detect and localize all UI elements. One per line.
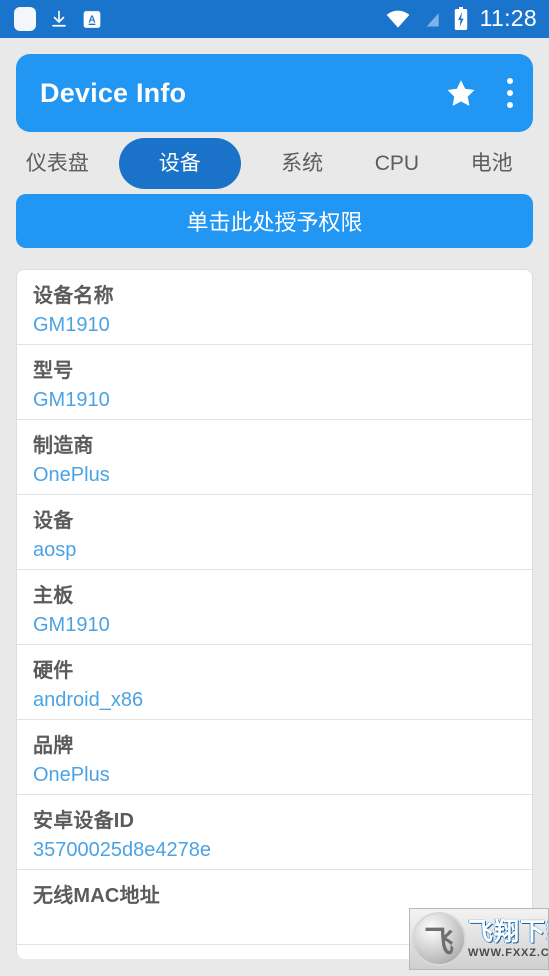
device-info-card: 设备名称 GM1910 型号 GM1910 制造商 OnePlus 设备 aos…: [16, 269, 533, 959]
row-label: 设备: [33, 510, 74, 532]
tab-dashboard[interactable]: 仪表盘: [10, 141, 105, 186]
status-bar: A 11:28: [0, 0, 549, 38]
table-row[interactable]: 设备名称 GM1910: [17, 270, 532, 345]
table-row[interactable]: 品牌 OnePlus: [17, 720, 532, 795]
rounded-square-icon: [14, 7, 36, 31]
row-label: 安卓设备ID: [33, 810, 135, 832]
signal-off-icon: [422, 8, 442, 30]
appbar-actions: [446, 78, 513, 108]
grant-permission-button[interactable]: 单击此处授予权限: [16, 194, 533, 248]
row-label: 品牌: [33, 735, 74, 757]
watermark-logo-icon: 飞: [412, 912, 466, 966]
wifi-icon: [385, 9, 411, 29]
row-value: 35700025d8e4278e: [33, 839, 211, 861]
row-label: 设备名称: [33, 285, 114, 307]
table-row[interactable]: 硬件 android_x86: [17, 645, 532, 720]
row-value: GM1910: [33, 389, 110, 411]
row-value: OnePlus: [33, 464, 110, 486]
table-row[interactable]: 型号 GM1910: [17, 345, 532, 420]
table-row[interactable]: 制造商 OnePlus: [17, 420, 532, 495]
battery-charging-icon: [453, 7, 469, 31]
row-label: 硬件: [33, 660, 74, 682]
tab-device[interactable]: 设备: [118, 137, 241, 189]
watermark-text: 飞翔下载 WWW.FXXZ.COM: [468, 917, 549, 960]
watermark-url: WWW.FXXZ.COM: [468, 947, 549, 960]
status-bar-right-icons: 11:28: [385, 7, 537, 31]
table-row[interactable]: 安卓设备ID 35700025d8e4278e: [17, 795, 532, 870]
status-bar-clock: 11:28: [479, 5, 537, 31]
row-label: 型号: [33, 360, 74, 382]
status-bar-left-icons: A: [14, 7, 102, 31]
tab-cpu[interactable]: CPU: [350, 141, 445, 186]
row-label: 制造商: [33, 435, 94, 457]
tab-system[interactable]: 系统: [255, 141, 350, 186]
watermark-title: 飞翔下载: [468, 917, 548, 946]
permission-button-container: 单击此处授予权限: [0, 194, 549, 248]
download-icon: [50, 8, 68, 30]
row-label: 无线MAC地址: [33, 885, 160, 907]
row-value: android_x86: [33, 689, 144, 711]
row-value: GM1910: [33, 314, 110, 336]
table-row[interactable]: 设备 aosp: [17, 495, 532, 570]
row-value: OnePlus: [33, 764, 110, 786]
more-vert-icon[interactable]: [506, 78, 513, 108]
row-value: aosp: [33, 539, 77, 561]
a-badge-icon: A: [82, 9, 102, 30]
star-icon[interactable]: [446, 78, 476, 108]
tab-bar: 仪表盘 设备 系统 CPU 电池: [0, 132, 549, 194]
appbar: Device Info: [16, 54, 533, 132]
row-value: GM1910: [33, 614, 110, 636]
watermark: 飞 飞翔下载 WWW.FXXZ.COM: [409, 908, 549, 970]
page-title: Device Info: [40, 77, 187, 108]
device-info-card-container: 设备名称 GM1910 型号 GM1910 制造商 OnePlus 设备 aos…: [0, 248, 549, 959]
tab-battery[interactable]: 电池: [444, 141, 539, 186]
table-row[interactable]: 主板 GM1910: [17, 570, 532, 645]
row-label: 主板: [33, 585, 74, 607]
appbar-container: Device Info: [0, 38, 549, 132]
